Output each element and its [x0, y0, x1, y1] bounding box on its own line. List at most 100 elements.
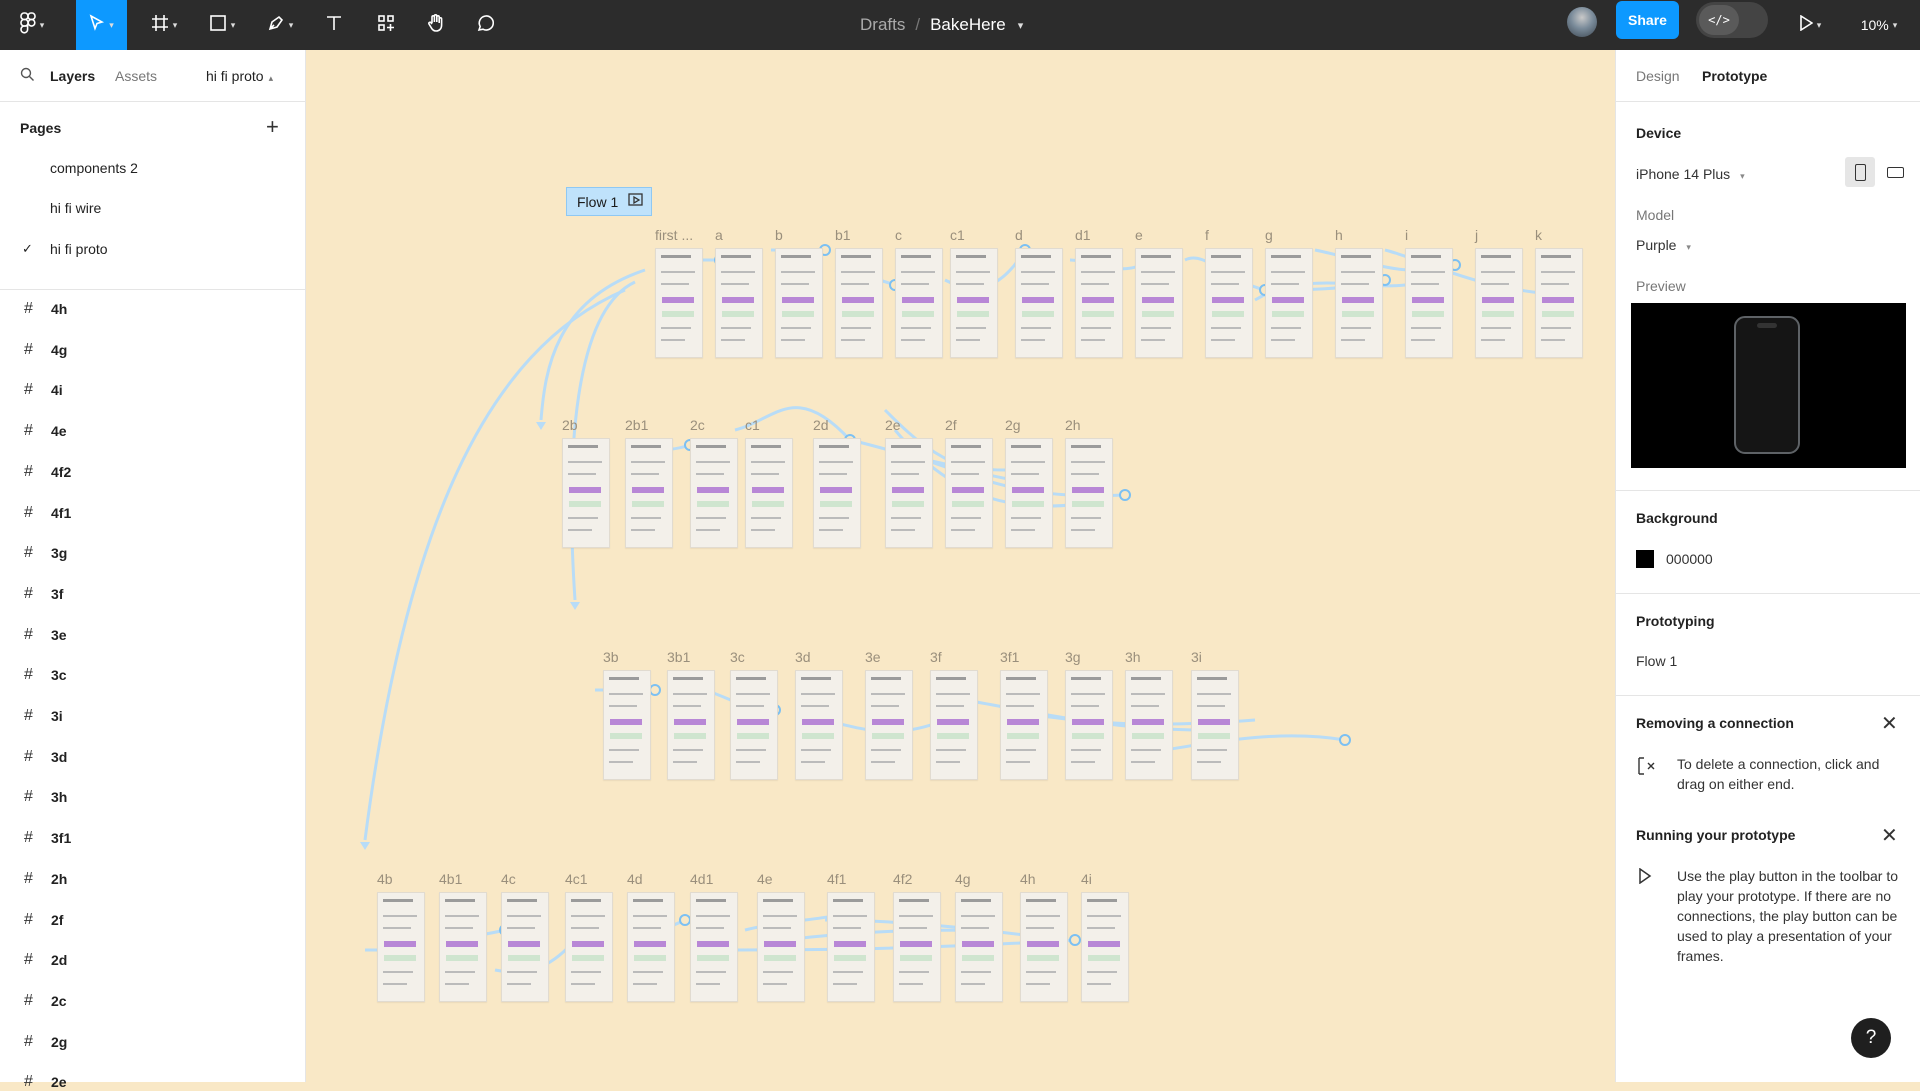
layer-item[interactable]: #3h	[24, 788, 67, 806]
frame-label[interactable]: 3f1	[1000, 649, 1019, 665]
page-switcher[interactable]: hi fi proto ▴	[206, 68, 273, 84]
dev-mode-toggle[interactable]: </>	[1696, 2, 1768, 38]
model-select[interactable]: Purple ▾	[1636, 237, 1691, 253]
frame-label[interactable]: 2f	[945, 417, 957, 433]
prototype-frame[interactable]	[1015, 248, 1063, 358]
frame-label[interactable]: 4f2	[893, 871, 912, 887]
page-item-hi-fi-proto[interactable]: hi fi proto	[50, 241, 108, 257]
comment-tool-button[interactable]	[466, 0, 506, 50]
share-button[interactable]: Share	[1616, 1, 1679, 39]
layer-item[interactable]: #4i	[24, 381, 63, 399]
frame-label[interactable]: 3e	[865, 649, 881, 665]
layer-item[interactable]: #3c	[24, 666, 67, 684]
layer-item[interactable]: #3i	[24, 707, 63, 725]
layer-item[interactable]: #3f1	[24, 829, 71, 847]
frame-label[interactable]: 3h	[1125, 649, 1141, 665]
breadcrumb-parent[interactable]: Drafts	[860, 15, 905, 35]
prototype-frame[interactable]	[501, 892, 549, 1002]
help-button[interactable]: ?	[1851, 1018, 1891, 1058]
frame-label[interactable]: d1	[1075, 227, 1091, 243]
frame-label[interactable]: b	[775, 227, 783, 243]
layer-item[interactable]: #2d	[24, 951, 67, 969]
background-swatch[interactable]	[1636, 550, 1654, 568]
frame-label[interactable]: k	[1535, 227, 1542, 243]
tab-prototype[interactable]: Prototype	[1702, 68, 1767, 84]
prototype-frame[interactable]	[945, 438, 993, 548]
flow-start-badge[interactable]: Flow 1	[566, 187, 652, 216]
layer-item[interactable]: #4g	[24, 341, 67, 359]
flow-item[interactable]: Flow 1	[1636, 653, 1677, 669]
prototype-frame[interactable]	[950, 248, 998, 358]
frame-label[interactable]: g	[1265, 227, 1273, 243]
prototype-frame[interactable]	[603, 670, 651, 780]
prototype-frame[interactable]	[1335, 248, 1383, 358]
layer-item[interactable]: #4e	[24, 422, 67, 440]
pen-tool-button[interactable]: ▾	[256, 0, 304, 50]
landscape-toggle[interactable]	[1880, 157, 1910, 187]
device-select[interactable]: iPhone 14 Plus ▾	[1636, 166, 1745, 182]
prototype-frame[interactable]	[377, 892, 425, 1002]
close-icon[interactable]: ✕	[1881, 823, 1898, 848]
prototype-frame[interactable]	[1405, 248, 1453, 358]
frame-label[interactable]: 4b1	[439, 871, 462, 887]
prototype-frame[interactable]	[1205, 248, 1253, 358]
prototype-frame[interactable]	[655, 248, 703, 358]
present-button[interactable]: ▾	[1790, 0, 1830, 50]
prototype-frame[interactable]	[1191, 670, 1239, 780]
frame-label[interactable]: 2d	[813, 417, 829, 433]
frame-label[interactable]: 3b	[603, 649, 619, 665]
prototype-frame[interactable]	[1020, 892, 1068, 1002]
layer-item[interactable]: #2e	[24, 1073, 67, 1091]
layer-item[interactable]: #4f1	[24, 504, 71, 522]
prototype-frame[interactable]	[1081, 892, 1129, 1002]
canvas[interactable]: Flow 1 first ... a b b1 c c1 d d1 e f g h i j k 2b 2b1 2c…	[305, 50, 1615, 1082]
prototype-frame[interactable]	[1535, 248, 1583, 358]
layer-item[interactable]: #2h	[24, 870, 67, 888]
prototype-frame[interactable]	[1475, 248, 1523, 358]
hand-tool-button[interactable]	[416, 0, 456, 50]
prototype-frame[interactable]	[1000, 670, 1048, 780]
frame-label[interactable]: 2h	[1065, 417, 1081, 433]
prototype-frame[interactable]	[835, 248, 883, 358]
frame-label[interactable]: 2c	[690, 417, 705, 433]
prototype-frame[interactable]	[625, 438, 673, 548]
prototype-frame[interactable]	[1005, 438, 1053, 548]
frame-label[interactable]: d	[1015, 227, 1023, 243]
layer-item[interactable]: #2g	[24, 1033, 67, 1051]
frame-label[interactable]: b1	[835, 227, 851, 243]
frame-label[interactable]: 3i	[1191, 649, 1202, 665]
frame-label[interactable]: i	[1405, 227, 1408, 243]
prototype-frame[interactable]	[1125, 670, 1173, 780]
layer-item[interactable]: #4h	[24, 300, 67, 318]
frame-label[interactable]: f	[1205, 227, 1209, 243]
frame-label[interactable]: c	[895, 227, 902, 243]
frame-label[interactable]: e	[1135, 227, 1143, 243]
chevron-down-icon[interactable]: ▾	[1018, 19, 1024, 32]
resources-button[interactable]	[366, 0, 406, 50]
prototype-frame[interactable]	[1065, 438, 1113, 548]
file-name[interactable]: BakeHere	[930, 15, 1006, 35]
page-item-hi-fi-wire[interactable]: hi fi wire	[50, 200, 101, 216]
frame-label[interactable]: 4d1	[690, 871, 713, 887]
tab-assets[interactable]: Assets	[115, 68, 157, 84]
prototype-frame[interactable]	[757, 892, 805, 1002]
frame-label[interactable]: 2b1	[625, 417, 648, 433]
frame-label[interactable]: 3c	[730, 649, 745, 665]
shape-tool-button[interactable]: ▾	[198, 0, 246, 50]
frame-label[interactable]: a	[715, 227, 723, 243]
layer-item[interactable]: #3g	[24, 544, 67, 562]
frame-label[interactable]: 4h	[1020, 871, 1036, 887]
page-item-components-2[interactable]: components 2	[50, 160, 138, 176]
layer-item[interactable]: #3d	[24, 748, 67, 766]
frame-label[interactable]: 4c1	[565, 871, 588, 887]
prototype-frame[interactable]	[715, 248, 763, 358]
frame-label[interactable]: 3b1	[667, 649, 690, 665]
prototype-frame[interactable]	[627, 892, 675, 1002]
prototype-frame[interactable]	[775, 248, 823, 358]
frame-label[interactable]: 2g	[1005, 417, 1021, 433]
frame-label[interactable]: 3d	[795, 649, 811, 665]
text-tool-button[interactable]	[314, 0, 354, 50]
frame-label[interactable]: 2e	[885, 417, 901, 433]
prototype-frame[interactable]	[745, 438, 793, 548]
prototype-frame[interactable]	[562, 438, 610, 548]
